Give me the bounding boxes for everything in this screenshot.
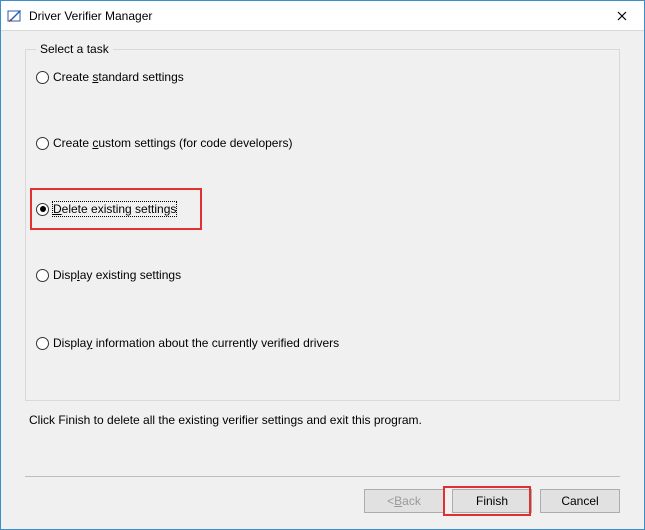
accelerator: D <box>53 202 62 216</box>
radio-icon <box>36 71 49 84</box>
text: ay existing settings <box>80 268 181 282</box>
text: ustom settings (for code developers) <box>98 136 292 150</box>
option-display-existing[interactable]: Display existing settings <box>36 268 181 282</box>
radio-icon <box>36 337 49 350</box>
back-button: < Back <box>364 489 444 513</box>
titlebar: Driver Verifier Manager <box>1 1 644 31</box>
option-label: Delete existing settings <box>53 202 176 216</box>
accelerator: B <box>394 494 402 508</box>
text: information about the currently verified… <box>92 336 339 350</box>
cancel-button[interactable]: Cancel <box>540 489 620 513</box>
option-label: Display existing settings <box>53 268 181 282</box>
radio-icon <box>36 137 49 150</box>
text: elete existing settings <box>62 202 177 216</box>
radio-icon <box>36 203 49 216</box>
text: Finish <box>476 494 508 508</box>
finish-button[interactable]: Finish <box>452 489 532 513</box>
close-button[interactable] <box>599 1 644 30</box>
window-title: Driver Verifier Manager <box>29 9 599 23</box>
option-label: Create standard settings <box>53 70 184 84</box>
text: < <box>387 494 394 508</box>
option-create-custom[interactable]: Create custom settings (for code develop… <box>36 136 292 150</box>
text: Cancel <box>561 494 598 508</box>
groupbox-legend: Select a task <box>36 42 113 56</box>
instruction-text: Click Finish to delete all the existing … <box>29 413 620 427</box>
text: Create <box>53 70 92 84</box>
window-root: Driver Verifier Manager Select a task Cr… <box>0 0 645 530</box>
text: Displa <box>53 336 86 350</box>
text: tandard settings <box>98 70 183 84</box>
radio-icon <box>36 269 49 282</box>
footer: < Back Finish Cancel <box>1 476 644 529</box>
option-label: Display information about the currently … <box>53 336 339 350</box>
option-delete-existing[interactable]: Delete existing settings <box>36 202 176 216</box>
text: ack <box>402 494 421 508</box>
option-create-standard[interactable]: Create standard settings <box>36 70 184 84</box>
app-icon <box>7 8 23 24</box>
button-row: < Back Finish Cancel <box>25 489 620 513</box>
text: Disp <box>53 268 77 282</box>
option-label: Create custom settings (for code develop… <box>53 136 292 150</box>
separator <box>25 476 620 477</box>
task-groupbox: Select a task Create standard settings C… <box>25 49 620 401</box>
text: Create <box>53 136 92 150</box>
content-area: Select a task Create standard settings C… <box>1 31 644 476</box>
option-display-info[interactable]: Display information about the currently … <box>36 336 339 350</box>
